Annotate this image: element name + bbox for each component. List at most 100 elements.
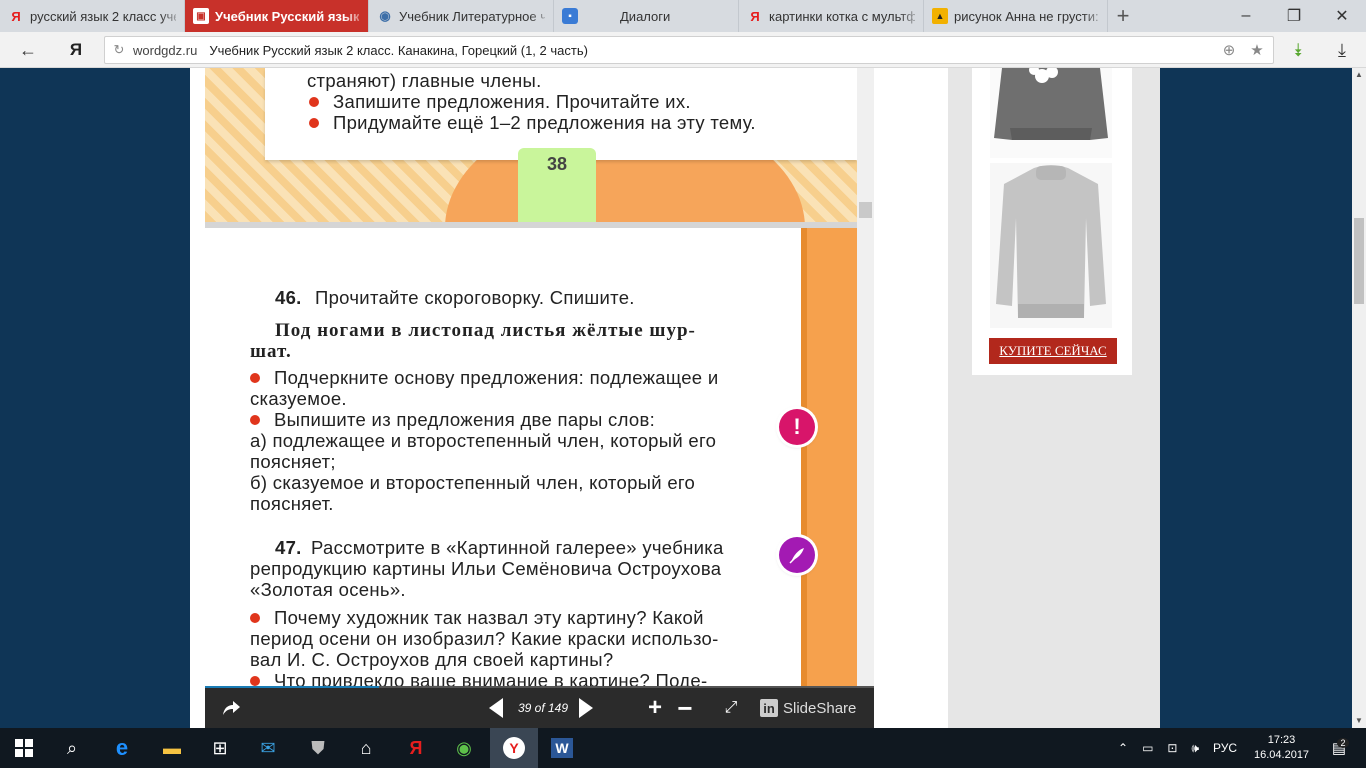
tab-label: Диалоги: [620, 8, 671, 24]
translate-icon[interactable]: ⊕: [1219, 40, 1239, 60]
page-scrollbar[interactable]: ▲ ▼: [1352, 68, 1366, 728]
yandex-browser-icon[interactable]: Я: [392, 728, 440, 768]
tab-russian-textbook[interactable]: ▣ Учебник Русский язык: [185, 0, 369, 32]
clock[interactable]: 17:23 16.04.2017: [1254, 728, 1309, 768]
shield-icon[interactable]: ⛊: [294, 728, 342, 768]
edge-icon[interactable]: e: [98, 728, 146, 768]
tab-label: русский язык 2 класс уче: [30, 8, 176, 24]
yandex-icon: Я: [11, 8, 21, 24]
network-icon[interactable]: ⊡: [1167, 741, 1177, 755]
exercise-number: 46.: [275, 287, 302, 308]
tab-bar: Я русский язык 2 класс уче ▣ Учебник Рус…: [0, 0, 1366, 32]
tab-russian-textbook-search[interactable]: Я русский язык 2 класс уче: [0, 0, 185, 32]
url-page-title: Учебник Русский язык 2 класс. Канакина, …: [209, 42, 588, 58]
slide-text: вал И. С. Остроухов для своей картины?: [250, 649, 614, 670]
page-number: 38: [518, 148, 596, 222]
system-tray: ⌃ ▭ ⊡ 🕪 РУС: [1118, 728, 1237, 768]
zoom-in-icon[interactable]: +: [643, 694, 667, 721]
slideshare-brand[interactable]: SlideShare: [783, 696, 863, 720]
address-bar[interactable]: ↻ wordgdz.ru Учебник Русский язык 2 клас…: [104, 36, 1274, 64]
tab-literature-textbook[interactable]: ◉ Учебник Литературное ч: [369, 0, 554, 32]
slide-text: Придумайте ещё 1–2 предложения на эту те…: [333, 112, 756, 133]
store-icon[interactable]: ⊞: [196, 728, 244, 768]
windows-start-icon[interactable]: [0, 728, 48, 768]
slide-text: Выпишите из предложения две пары слов:: [274, 409, 656, 430]
bookmark-star-icon[interactable]: ★: [1247, 40, 1267, 60]
mail-icon[interactable]: ✉: [244, 728, 292, 768]
yandex-logo-icon[interactable]: Я: [62, 36, 90, 64]
buy-now-button[interactable]: КУПИТЕ СЕЙЧАС: [989, 338, 1117, 364]
ad-banner[interactable]: КУПИТЕ СЕЙЧАС: [972, 65, 1132, 375]
slide-38: страняют) главные члены. Запишите предло…: [205, 68, 857, 222]
book-icon: ◉: [379, 8, 391, 23]
scroll-down-icon[interactable]: ▼: [1352, 714, 1366, 728]
share-icon[interactable]: [219, 696, 243, 720]
network-app-icon[interactable]: ◉: [440, 728, 488, 768]
previous-slide-icon[interactable]: [485, 696, 507, 720]
navigation-bar: ← Я ↻ wordgdz.ru Учебник Русский язык 2 …: [0, 32, 1366, 68]
tab-dialogs[interactable]: ▪ Диалоги: [554, 0, 739, 32]
back-arrow-icon[interactable]: ←: [14, 36, 42, 64]
slide-text: Подчеркните основу предложения: подлежащ…: [274, 367, 719, 388]
clock-date: 16.04.2017: [1254, 749, 1310, 761]
slide-text: Рассмотрите в «Картинной галерее» учебни…: [311, 537, 724, 558]
file-explorer-icon[interactable]: ▬: [148, 728, 196, 768]
slide-39: 46. Прочитайте скороговорку. Спишите. По…: [205, 228, 857, 728]
slide-text: б) сказуемое и второстепенный член, кото…: [250, 472, 696, 493]
notification-count: 2: [1337, 738, 1349, 748]
exercise-number: 47.: [275, 537, 302, 558]
protect-download-icon[interactable]: ⯯: [1284, 36, 1312, 64]
slide-text: страняют) главные члены.: [307, 70, 542, 91]
taskbar: ⌕ e ▬ ⊞ ✉ ⛊ ⌂ Я ◉ Y W ⌃ ▭ ⊡ 🕪 РУС 17:23 …: [0, 728, 1366, 768]
language-indicator[interactable]: РУС: [1213, 741, 1237, 755]
viewer-controls: 39 of 149 + − ⤢ in SlideShare: [205, 688, 874, 728]
exercise-title: Прочитайте скороговорку. Спишите.: [315, 287, 635, 308]
slide-text: Почему художник так назвал эту картину? …: [274, 607, 704, 628]
slide-text: «Золотая осень».: [250, 579, 406, 600]
tray-expand-icon[interactable]: ⌃: [1118, 741, 1128, 755]
slide-text: сказуемое.: [250, 388, 347, 409]
restore-icon[interactable]: ❐: [1270, 0, 1318, 32]
slide-text: поясняет;: [250, 451, 336, 472]
notifications-icon[interactable]: ▤: [1326, 728, 1352, 768]
viewer-scrollbar[interactable]: [857, 68, 874, 688]
tongue-twister: Под ногами в листопад листья жёлтые шур-: [275, 320, 696, 341]
tab-anna-picture[interactable]: ▲ рисунок Анна не грусти:: [924, 0, 1108, 32]
word-icon[interactable]: W: [538, 728, 586, 768]
picture-icon: ▲: [932, 8, 948, 24]
slide-text: а) подлежащее и второстепенный член, кот…: [250, 430, 717, 451]
url-domain: wordgdz.ru: [133, 42, 198, 58]
tab-label: рисунок Анна не грусти:: [954, 8, 1099, 24]
zoom-out-icon[interactable]: −: [673, 693, 697, 723]
linkedin-icon[interactable]: in: [759, 696, 779, 720]
reload-icon[interactable]: ↻: [105, 42, 133, 58]
slide-text: поясняет.: [250, 493, 334, 514]
next-slide-icon[interactable]: [575, 696, 597, 720]
slide-text: Запишите предложения. Прочитайте их.: [333, 91, 691, 112]
new-tab-button[interactable]: +: [1108, 0, 1138, 32]
yandex-icon: Я: [750, 8, 760, 24]
fullscreen-icon[interactable]: ⤢: [719, 696, 743, 720]
slide-counter: 39 of 149: [517, 701, 569, 715]
sweater-images: [990, 65, 1112, 328]
gdz-icon: ▣: [193, 8, 209, 24]
download-icon[interactable]: ⤓: [1328, 36, 1356, 64]
home-icon[interactable]: ⌂: [342, 728, 390, 768]
tab-cat-pictures[interactable]: Я картинки котка с мультф: [739, 0, 924, 32]
tab-label: Учебник Литературное ч: [399, 8, 545, 24]
minimize-icon[interactable]: –: [1222, 0, 1270, 32]
exclamation-icon: !: [779, 409, 815, 445]
chat-icon: ▪: [562, 8, 578, 24]
scroll-thumb[interactable]: [1354, 218, 1364, 304]
tab-label: картинки котка с мультф: [769, 8, 915, 24]
search-icon[interactable]: ⌕: [48, 728, 96, 768]
close-icon[interactable]: ✕: [1318, 0, 1366, 32]
battery-icon[interactable]: ▭: [1142, 741, 1153, 755]
yandex-active-icon[interactable]: Y: [490, 728, 538, 768]
volume-icon[interactable]: 🕪: [1191, 741, 1199, 756]
clock-time: 17:23: [1267, 734, 1296, 746]
slide-text: период осени он изобразил? Какие краски …: [250, 628, 719, 649]
scroll-up-icon[interactable]: ▲: [1352, 68, 1366, 82]
slide-text: репродукцию картины Ильи Семёновича Остр…: [250, 558, 722, 579]
slide-viewer: страняют) главные члены. Запишите предло…: [205, 68, 874, 728]
